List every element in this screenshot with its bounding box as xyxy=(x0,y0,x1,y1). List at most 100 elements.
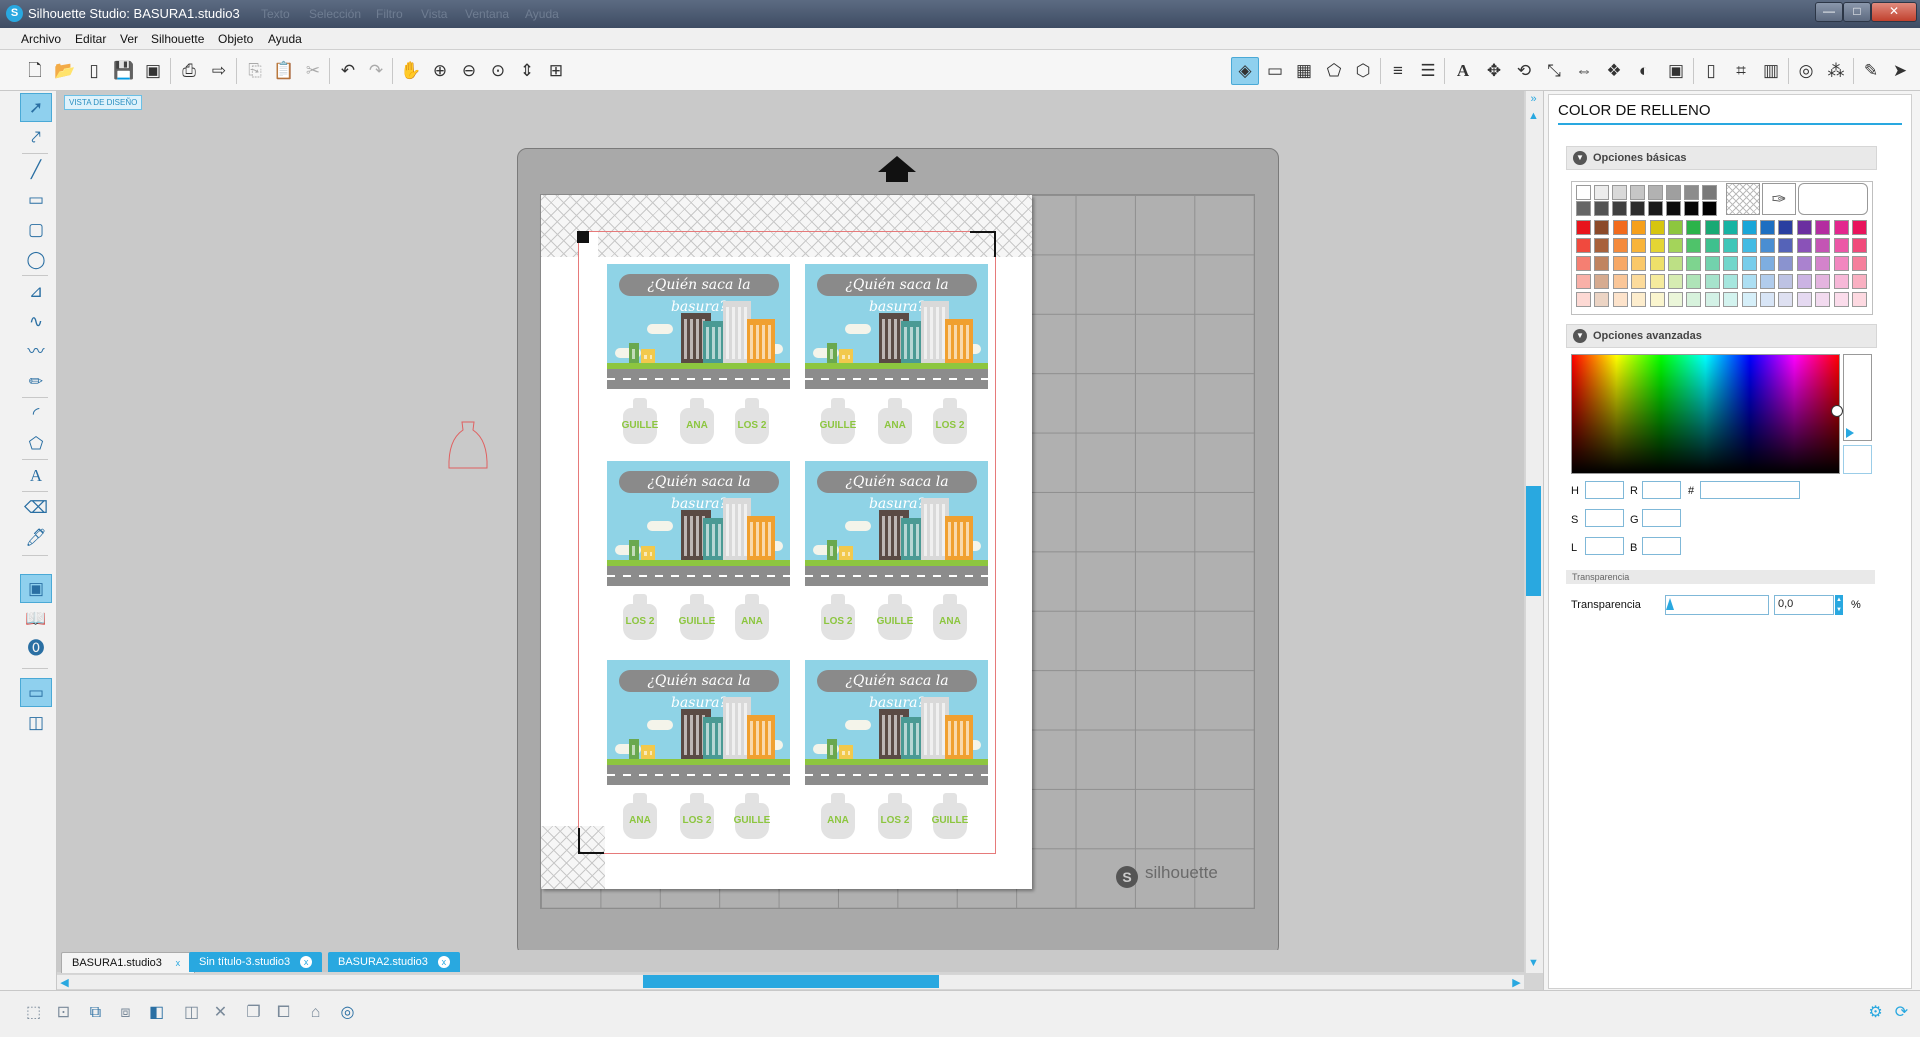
trash-bag-icon[interactable]: ANA xyxy=(678,398,716,444)
hue-marker[interactable] xyxy=(1831,405,1843,417)
color-swatch[interactable] xyxy=(1594,238,1610,253)
vertical-scroll-thumb[interactable] xyxy=(1526,486,1541,596)
color-swatch[interactable] xyxy=(1760,256,1775,271)
stray-bag-outline[interactable] xyxy=(445,418,491,472)
color-swatch[interactable] xyxy=(1631,238,1647,253)
make-compound-icon[interactable]: ◧ xyxy=(143,999,170,1026)
redo-icon[interactable]: ↷ xyxy=(362,57,390,85)
save-as-icon[interactable]: ▣ xyxy=(139,57,167,85)
gray-swatch[interactable] xyxy=(1612,201,1627,216)
color-swatch[interactable] xyxy=(1796,238,1812,253)
rounded-rectangle-icon[interactable]: ▢ xyxy=(20,215,52,244)
color-swatch[interactable] xyxy=(1833,256,1849,271)
color-swatch[interactable] xyxy=(1704,238,1720,253)
scroll-up-icon[interactable]: ▲ xyxy=(1526,110,1541,122)
color-swatch[interactable] xyxy=(1631,220,1647,235)
library-view-icon[interactable]: 📖 xyxy=(20,604,52,633)
select-all-icon[interactable]: ⬚ xyxy=(20,999,47,1026)
trash-bag-icon[interactable]: GUILLE xyxy=(678,594,716,640)
color-swatch[interactable] xyxy=(1576,238,1591,253)
print-icon[interactable]: ⎙ xyxy=(175,57,203,85)
pan-hand-icon[interactable]: ✋ xyxy=(397,57,425,85)
color-swatch[interactable] xyxy=(1686,274,1702,289)
color-swatch[interactable] xyxy=(1778,238,1794,253)
gray-swatch[interactable] xyxy=(1684,185,1699,200)
color-swatch[interactable] xyxy=(1704,274,1720,289)
color-swatch[interactable] xyxy=(1704,220,1720,235)
menu-objeto[interactable]: Objeto xyxy=(218,32,253,46)
color-swatch[interactable] xyxy=(1723,256,1739,271)
color-swatch[interactable] xyxy=(1760,292,1775,307)
transform-icon[interactable]: ✥ xyxy=(1480,57,1508,85)
color-swatch[interactable] xyxy=(1778,220,1794,235)
scroll-left-icon[interactable]: ◀ xyxy=(57,976,72,989)
cut-settings-icon[interactable]: ⁂ xyxy=(1822,57,1850,85)
rectangle-tool-icon[interactable]: ▭ xyxy=(20,185,52,214)
fill-gradient-icon[interactable]: ⬠ xyxy=(1320,57,1348,85)
trash-bag-icon[interactable]: LOS 2 xyxy=(819,594,857,640)
send-icon[interactable]: ➤ xyxy=(1886,57,1914,85)
trash-bag-icon[interactable]: GUILLE xyxy=(819,398,857,444)
close-tab-icon[interactable]: x xyxy=(300,956,313,968)
knife-tool-icon[interactable]: 🖊 xyxy=(20,523,52,552)
split-window-icon[interactable]: ◫ xyxy=(20,708,52,737)
color-swatch[interactable] xyxy=(1741,292,1757,307)
regular-polygon-icon[interactable]: ⬠ xyxy=(20,429,52,458)
color-swatch[interactable] xyxy=(1686,238,1702,253)
duplicate-icon[interactable]: ❐ xyxy=(240,999,267,1026)
r-input[interactable] xyxy=(1642,481,1681,499)
color-swatch[interactable] xyxy=(1612,220,1628,235)
color-swatch[interactable] xyxy=(1815,274,1831,289)
color-swatch[interactable] xyxy=(1760,274,1775,289)
color-swatch[interactable] xyxy=(1612,256,1628,271)
color-swatch[interactable] xyxy=(1631,274,1647,289)
send-to-silhouette-icon[interactable]: ⇨ xyxy=(205,57,233,85)
scroll-down-icon[interactable]: ▼ xyxy=(1526,957,1541,969)
color-swatch[interactable] xyxy=(1576,274,1591,289)
gray-swatch[interactable] xyxy=(1702,185,1717,200)
undo-icon[interactable]: ↶ xyxy=(334,57,362,85)
trash-bag-icon[interactable]: GUILLE xyxy=(876,594,914,640)
zoom-in-icon[interactable]: ⊕ xyxy=(426,57,454,85)
chore-card[interactable]: ¿Quién saca la basura? xyxy=(607,660,790,785)
color-swatch[interactable] xyxy=(1833,292,1849,307)
collapse-arrow-icon[interactable]: ▼ xyxy=(1573,151,1587,166)
gray-swatch[interactable] xyxy=(1630,185,1645,200)
trash-bag-icon[interactable]: GUILLE xyxy=(621,398,659,444)
color-swatch[interactable] xyxy=(1668,220,1683,235)
color-swatch[interactable] xyxy=(1796,220,1812,235)
color-swatch[interactable] xyxy=(1668,238,1683,253)
fill-pattern-icon[interactable]: ▦ xyxy=(1290,57,1318,85)
trash-bag-icon[interactable]: GUILLE xyxy=(733,793,771,839)
color-swatch[interactable] xyxy=(1741,274,1757,289)
open-folder-icon[interactable]: 📂 xyxy=(51,57,79,85)
trace-icon[interactable]: ◎ xyxy=(1792,57,1820,85)
collapse-panel-icon[interactable]: » xyxy=(1526,93,1541,105)
color-swatch[interactable] xyxy=(1576,256,1591,271)
single-window-icon[interactable]: ▭ xyxy=(20,678,52,707)
modify-icon[interactable]: ◐ xyxy=(1630,57,1658,85)
color-swatch[interactable] xyxy=(1815,220,1831,235)
hex-input[interactable] xyxy=(1700,481,1800,499)
color-swatch[interactable] xyxy=(1796,292,1812,307)
transparency-input[interactable]: 0,0 xyxy=(1774,595,1834,615)
trash-bag-icon[interactable]: ANA xyxy=(876,398,914,444)
color-swatch[interactable] xyxy=(1833,220,1849,235)
transparency-spinner-icon[interactable]: ▲ ▼ xyxy=(1835,595,1843,615)
color-swatch[interactable] xyxy=(1760,220,1775,235)
color-swatch[interactable] xyxy=(1778,292,1794,307)
drag-zoom-icon[interactable]: ⇕ xyxy=(513,57,541,85)
collapse-arrow-icon[interactable]: ▼ xyxy=(1573,329,1587,344)
color-swatch[interactable] xyxy=(1612,238,1628,253)
menu-archivo[interactable]: Archivo xyxy=(21,32,61,46)
gray-swatch[interactable] xyxy=(1648,201,1663,216)
color-swatch[interactable] xyxy=(1594,292,1610,307)
trash-bag-icon[interactable]: LOS 2 xyxy=(931,398,969,444)
color-swatch[interactable] xyxy=(1852,220,1867,235)
color-swatch[interactable] xyxy=(1594,220,1610,235)
horizontal-scroll-thumb[interactable] xyxy=(643,975,939,988)
chore-card[interactable]: ¿Quién saca la basura? xyxy=(805,264,988,389)
chore-card[interactable]: ¿Quién saca la basura? xyxy=(805,660,988,785)
gray-swatch[interactable] xyxy=(1666,185,1681,200)
b-input[interactable] xyxy=(1642,537,1681,555)
